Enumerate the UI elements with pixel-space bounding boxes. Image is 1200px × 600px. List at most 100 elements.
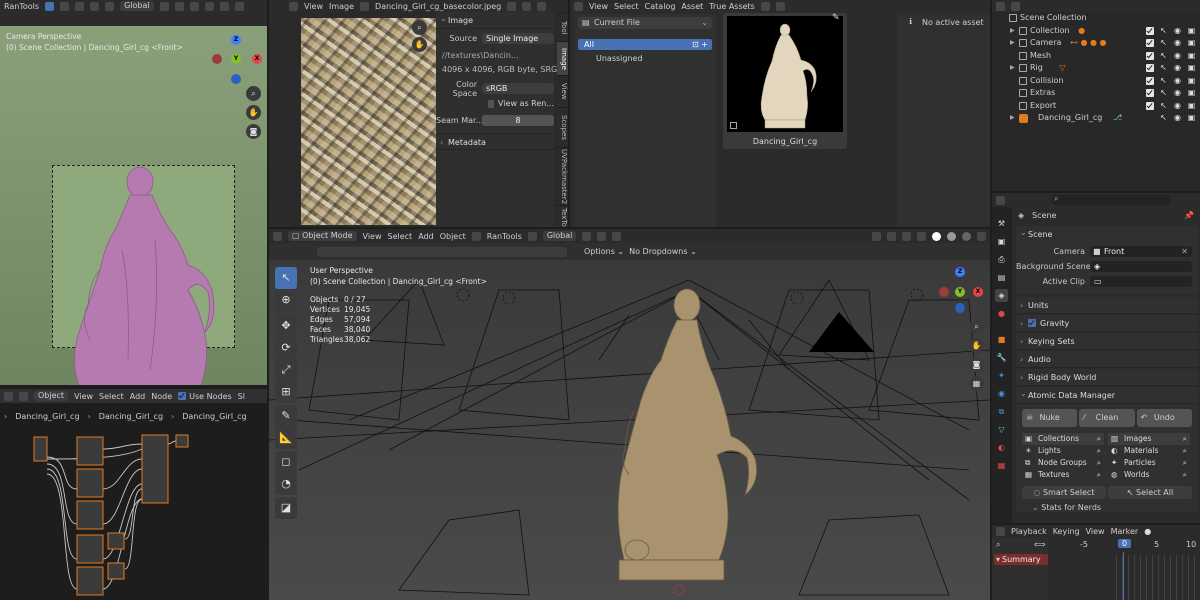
outliner-row-scene-collection[interactable]: Scene Collection — [992, 12, 1200, 25]
particles-toggle[interactable]: ✦ Particles ⌕ — [1108, 457, 1190, 469]
asset-menu[interactable]: Asset — [681, 2, 703, 11]
zoom-icon[interactable]: ⌕ — [246, 86, 261, 101]
swap-icon[interactable]: ⟺ — [1034, 540, 1045, 549]
seam-margin-field[interactable]: 8 — [482, 115, 554, 126]
nuke-button[interactable]: ☠ Nuke — [1022, 409, 1078, 427]
eye-icon[interactable]: ◉ — [1173, 25, 1182, 38]
camera-icon[interactable]: ◙ — [246, 124, 261, 139]
keying-sets-section-header[interactable]: Keying Sets — [1016, 333, 1198, 350]
search-icon[interactable]: ⌕ — [1183, 457, 1187, 469]
select-arrow-icon[interactable]: ↖ — [1159, 25, 1168, 38]
outliner-row-mesh[interactable]: Mesh ↖ ◉ ▣ — [992, 50, 1200, 63]
marker-menu[interactable]: Marker — [1111, 527, 1139, 536]
expand-arrow-icon[interactable]: ▶ — [1010, 112, 1015, 125]
exclude-checkbox[interactable] — [1146, 76, 1154, 85]
mode-icon[interactable] — [60, 1, 70, 11]
select-tool-icon[interactable]: ↖ — [275, 267, 297, 289]
textures-toggle[interactable]: ▦ Textures ⌕ — [1022, 469, 1104, 481]
camera-view-icon[interactable]: ◙ — [969, 357, 984, 372]
tab-image[interactable]: Image — [557, 42, 568, 76]
view-menu[interactable]: View — [304, 2, 323, 11]
search-icon[interactable]: ⌕ — [1097, 433, 1101, 445]
image-menu[interactable]: Image — [329, 2, 354, 11]
hand-pan-icon[interactable]: ✋ — [412, 37, 427, 52]
options-dropdown[interactable]: Options ⌄ — [584, 247, 624, 256]
object-type-dropdown[interactable]: Object — [34, 391, 69, 401]
gizmo-neg-x-axis[interactable] — [939, 287, 949, 297]
image-section-header[interactable]: Image — [436, 10, 554, 29]
camera-render-icon[interactable]: ▣ — [1187, 75, 1196, 88]
shading-solid-icon[interactable] — [932, 231, 941, 241]
select-box-icon[interactable] — [45, 1, 55, 11]
active-clip-field[interactable]: ▭ — [1090, 276, 1192, 287]
eye-icon[interactable]: ◉ — [1173, 100, 1182, 113]
fake-user-icon[interactable] — [507, 1, 517, 11]
expand-arrow-icon[interactable]: ▶ — [1010, 37, 1015, 50]
proportional-icon[interactable] — [189, 1, 199, 11]
editor-type-icon[interactable] — [574, 1, 583, 11]
filter-icon[interactable] — [760, 1, 770, 11]
editor-type-icon[interactable] — [4, 391, 13, 401]
node-editor-area[interactable]: Object View Select Add Node Use Nodes Sl… — [0, 389, 267, 600]
eye-icon[interactable]: ◉ — [1173, 50, 1182, 63]
collections-toggle[interactable]: ▣ Collections ⌕ — [1022, 433, 1104, 445]
gravity-section-header[interactable]: Gravity — [1016, 315, 1198, 332]
select-arrow-icon[interactable]: ↖ — [1159, 112, 1168, 125]
eye-icon[interactable]: ◉ — [1173, 87, 1182, 100]
editor-type-icon[interactable] — [996, 527, 1005, 536]
zoom-icon[interactable]: ⌕ — [412, 20, 427, 35]
modifier-tab-icon[interactable]: 🔧 — [995, 351, 1008, 364]
properties-area[interactable]: ⌕ ⚒ ▣ ⎙ ▤ ◈ ● ■ 🔧 ✦ ◉ ⧉ ▽ ◐ ▦ ◈ Scene 📌 … — [992, 193, 1200, 523]
timeline-area[interactable]: Playback Keying View Marker ● ⌕ ⟺ ▾ Summa… — [992, 525, 1200, 600]
camera-field[interactable]: ■ Front ✕ — [1090, 246, 1192, 257]
atomic-section-header[interactable]: Atomic Data Manager — [1016, 385, 1198, 404]
pin-icon[interactable]: 📌 — [1184, 209, 1194, 223]
particles-tab-icon[interactable]: ✦ — [995, 369, 1008, 382]
perspective-grid-icon[interactable]: ▦ — [969, 376, 984, 391]
exclude-checkbox[interactable] — [1146, 39, 1154, 47]
overlay-icon[interactable] — [902, 231, 911, 241]
gizmo-y-axis[interactable]: Y — [955, 287, 965, 297]
shader-type-icon[interactable] — [19, 391, 28, 401]
viewport-area[interactable]: ▢ Object Mode View Select Add Object Ran… — [269, 229, 990, 600]
select-arrow-icon[interactable]: ↖ — [1159, 62, 1168, 75]
scene-section-header[interactable]: Scene — [1016, 224, 1198, 243]
eye-icon[interactable]: ◉ — [1173, 75, 1182, 88]
search-icon[interactable]: ⌕ — [1097, 469, 1101, 481]
metadata-section-header[interactable]: Metadata — [436, 133, 554, 151]
gizmo-icon[interactable] — [887, 231, 896, 241]
catalog-menu[interactable]: Catalog — [645, 2, 676, 11]
constraints-tab-icon[interactable]: ⧉ — [995, 405, 1008, 418]
rantools-menu[interactable]: RanTools — [487, 232, 522, 241]
use-nodes-checkbox[interactable] — [178, 392, 187, 400]
snap-icon[interactable] — [597, 231, 607, 241]
rigid-body-section-header[interactable]: Rigid Body World — [1016, 369, 1198, 386]
colorspace-dropdown[interactable]: sRGB — [482, 83, 554, 94]
exclude-checkbox[interactable] — [1146, 26, 1154, 35]
source-dropdown[interactable]: Single Image — [482, 33, 554, 44]
playback-menu[interactable]: Playback — [1011, 527, 1047, 536]
stats-for-nerds-header[interactable]: ⌄ Stats for Nerds — [1032, 503, 1101, 512]
gizmo-y-axis[interactable]: Y — [231, 54, 241, 64]
mode-icon[interactable] — [90, 1, 100, 11]
world-tab-icon[interactable]: ● — [995, 307, 1008, 320]
camera-render-icon[interactable]: ▣ — [1187, 87, 1196, 100]
catalog-item-all[interactable]: All ⊡ + — [578, 39, 712, 50]
audio-section-header[interactable]: Audio — [1016, 351, 1198, 368]
node-groups-toggle[interactable]: ⧉ Node Groups ⌕ — [1022, 457, 1104, 469]
eye-icon[interactable]: ◉ — [1173, 37, 1182, 50]
clear-icon[interactable]: ✕ — [1181, 246, 1188, 257]
select-menu[interactable]: Select — [99, 392, 124, 401]
breadcrumb-item[interactable]: Dancing_Girl_cg — [182, 412, 246, 421]
add-menu[interactable]: Add — [130, 392, 146, 401]
materials-toggle[interactable]: ◐ Materials ⌕ — [1108, 445, 1190, 457]
asset-library-dropdown[interactable]: ▤ Current File ⌄ — [578, 17, 712, 29]
exclude-checkbox[interactable] — [1146, 101, 1154, 110]
exclude-checkbox[interactable] — [1146, 64, 1154, 72]
select-all-button[interactable]: ↖ Select All — [1108, 486, 1192, 499]
units-section-header[interactable]: Units — [1016, 297, 1198, 314]
editor-type-icon[interactable] — [289, 1, 298, 11]
view-menu[interactable]: View — [363, 232, 382, 241]
view-menu[interactable]: View — [1086, 527, 1105, 536]
camera-render-icon[interactable]: ▣ — [1187, 112, 1196, 125]
